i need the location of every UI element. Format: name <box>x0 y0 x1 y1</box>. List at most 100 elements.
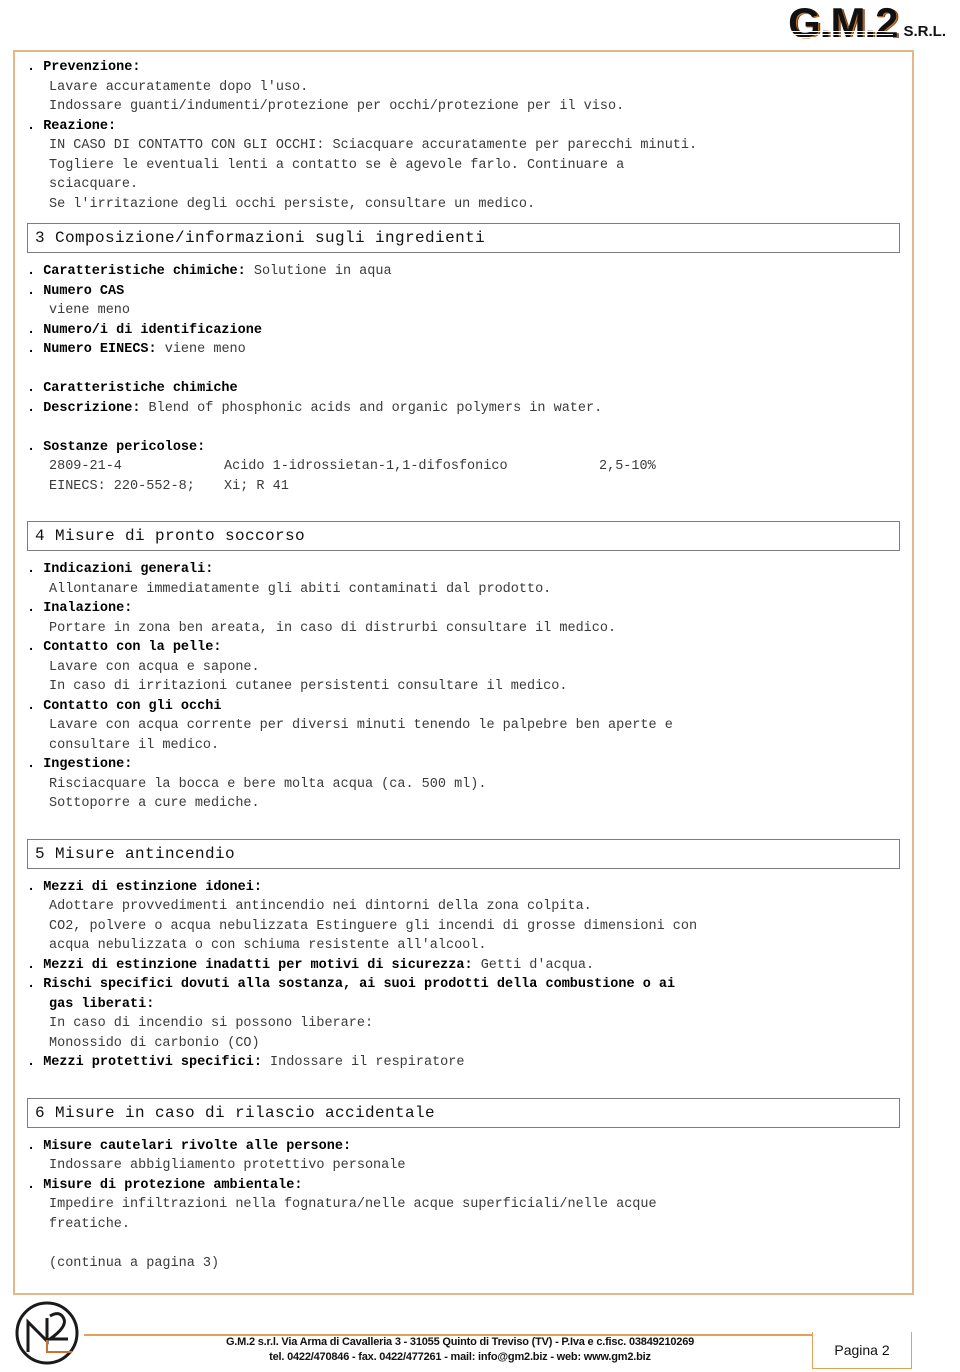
body-text: Lavare con acqua e sapone. <box>49 659 260 675</box>
label-continuation-line: gas liberati: <box>27 995 900 1015</box>
bullet-marker: . <box>27 1177 44 1193</box>
body-line <box>27 1234 900 1254</box>
line-value: viene meno <box>164 342 246 357</box>
document-content: . Prevenzione: Lavare accuratamente dopo … <box>15 52 912 1273</box>
bullet-marker: . <box>27 400 44 416</box>
body-line <box>27 418 900 438</box>
line-separator: : <box>237 264 254 279</box>
body-line: viene meno <box>27 301 900 321</box>
bullet-marker: . <box>27 283 44 299</box>
section-4-body: . Indicazioni generali: Allontanare immed… <box>27 560 900 814</box>
labeled-line: . Sostanze pericolose: <box>27 438 900 458</box>
body-line: Sottoporre a cure mediche. <box>27 794 900 814</box>
body-text: Se l'irritazione degli occhi persiste, c… <box>49 196 536 212</box>
line-label: Mezzi protettivi specifici <box>43 1055 254 1070</box>
body-text: In caso di incendio si possono liberare: <box>49 1016 374 1031</box>
body-line: Lavare con acqua e sapone. <box>27 658 900 678</box>
line-label: Mezzi di estinzione idonei: <box>43 879 262 895</box>
labeled-line: . Mezzi di estinzione inadatti per motiv… <box>27 956 900 976</box>
line-label: Misure di protezione ambientale <box>43 1177 295 1193</box>
document-page-frame: . Prevenzione: Lavare accuratamente dopo … <box>13 50 914 1295</box>
body-line: IN CASO DI CONTATTO CON GLI OCCHI: Sciac… <box>27 136 900 156</box>
line-label: Inalazione: <box>43 601 133 616</box>
body-text: sciacquare. <box>49 177 139 192</box>
company-logo-footer <box>14 1300 80 1366</box>
body-text <box>49 362 57 377</box>
section-heading-3-title: 3 Composizione/informazioni sugli ingred… <box>35 229 486 247</box>
body-text: freatiche. <box>49 1216 131 1232</box>
body-text: Impedire infiltrazioni nella fognatura/n… <box>49 1197 657 1212</box>
labeled-line: . Numero CAS <box>27 282 900 302</box>
line-label: Ingestione: <box>43 757 133 772</box>
body-text: Allontanare immediatamente gli abiti con… <box>49 581 552 597</box>
body-text: Sottoporre a cure mediche. <box>49 796 260 811</box>
labeled-line: . Contatto con gli occhi <box>27 697 900 717</box>
labeled-line: . Numero/i di identificazione <box>27 321 900 341</box>
hazard-substance-name: Xi; R 41 <box>224 478 289 494</box>
body-line: Lavare con acqua corrente per diversi mi… <box>27 716 900 736</box>
section-heading-6-title: 6 Misure in caso di rilascio accidentale <box>35 1103 436 1122</box>
line-value: Indossare il respiratore <box>270 1055 465 1070</box>
section-heading-5-title: 5 Misure antincendio <box>35 844 236 863</box>
labeled-line: . Descrizione: Blend of phosphonic acids… <box>27 399 900 419</box>
company-logo-header: G.M.2 S.R.L. <box>788 2 946 44</box>
body-line: Lavare accuratamente dopo l'uso. <box>27 78 900 98</box>
bullet-marker: . <box>27 957 44 973</box>
section-heading-6: 6 Misure in caso di rilascio accidentale <box>27 1097 900 1128</box>
body-line: Risciacquare la bocca e bere molta acqua… <box>27 775 900 795</box>
bullet-marker: . <box>27 640 44 655</box>
labeled-line: . Caratteristiche chimiche: Solutione in… <box>27 262 900 282</box>
bullet-marker: . <box>27 264 44 279</box>
line-label: Contatto con gli occhi <box>43 698 222 714</box>
body-line: Indossare abbigliamento protettivo perso… <box>27 1156 900 1176</box>
bullet-marker: . <box>27 601 44 616</box>
body-line: sciacquare. <box>27 175 900 195</box>
line-label: Descrizione <box>43 400 133 416</box>
line-separator: : <box>464 957 481 973</box>
labeled-line: . Reazione: <box>27 117 900 137</box>
body-line: (continua a pagina 3) <box>27 1254 900 1274</box>
line-label: Prevenzione: <box>43 60 141 75</box>
body-line: freatiche. <box>27 1215 900 1235</box>
body-text: Lavare con acqua corrente per diversi mi… <box>49 718 673 733</box>
body-line: In caso di incendio si possono liberare: <box>27 1014 900 1034</box>
labeled-line: . Mezzi protettivi specifici: Indossare … <box>27 1053 900 1073</box>
page-number-box: Pagina 2 <box>812 1332 912 1369</box>
line-separator: : <box>342 1138 352 1154</box>
body-text: Adottare provvedimenti antincendio nei d… <box>49 899 592 914</box>
line-separator: : <box>132 400 149 416</box>
footer-address-line-1: G.M.2 s.r.l. Via Arma di Cavalleria 3 - … <box>225 1336 695 1348</box>
line-label: Indicazioni generali: <box>43 562 214 577</box>
body-text: acqua nebulizzata o con schiuma resisten… <box>49 938 487 953</box>
body-text: viene meno <box>49 303 131 318</box>
bullet-marker: . <box>27 439 44 455</box>
labeled-line: . Misure cautelari rivolte alle persone: <box>27 1137 900 1157</box>
table-row: EINECS: 220-552-8; Xi; R 41 <box>27 477 900 497</box>
line-separator: : <box>148 342 165 357</box>
page-footer: G.M.2 s.r.l. Via Arma di Cavalleria 3 - … <box>0 1298 960 1372</box>
body-text: Lavare accuratamente dopo l'uso. <box>49 79 309 95</box>
bullet-marker: . <box>27 322 44 338</box>
top-continuation-block: . Prevenzione: Lavare accuratamente dopo … <box>27 58 900 214</box>
body-line: acqua nebulizzata o con schiuma resisten… <box>27 936 900 956</box>
labeled-line: . Contatto con la pelle: <box>27 638 900 658</box>
hazard-substance-name: Acido 1-idrossietan-1,1-difosfonico <box>224 459 508 474</box>
hazard-concentration: 2,5-10% <box>599 459 656 474</box>
body-line: consultare il medico. <box>27 736 900 756</box>
body-line: Togliere le eventuali lenti a contatto s… <box>27 156 900 176</box>
line-label: gas liberati: <box>49 996 155 1012</box>
bullet-marker: . <box>27 1055 44 1070</box>
bullet-marker: . <box>27 879 44 895</box>
body-text: Indossare guanti/indumenti/protezione pe… <box>49 99 625 114</box>
line-value: Getti d'acqua. <box>480 957 595 973</box>
hazard-cas-number: EINECS: 220-552-8; <box>49 478 195 494</box>
line-label: Numero EINECS <box>43 342 149 357</box>
body-line: Portare in zona ben areata, in caso di d… <box>27 619 900 639</box>
section-heading-4-title: 4 Misure di pronto soccorso <box>35 527 306 545</box>
line-label: Sostanze pericolose: <box>43 439 206 455</box>
body-text: Risciacquare la bocca e bere molta acqua… <box>49 776 487 792</box>
body-text: Portare in zona ben areata, in caso di d… <box>49 620 617 636</box>
line-label: Numero/i di identificazione <box>43 322 262 338</box>
body-line: Allontanare immediatamente gli abiti con… <box>27 580 900 600</box>
